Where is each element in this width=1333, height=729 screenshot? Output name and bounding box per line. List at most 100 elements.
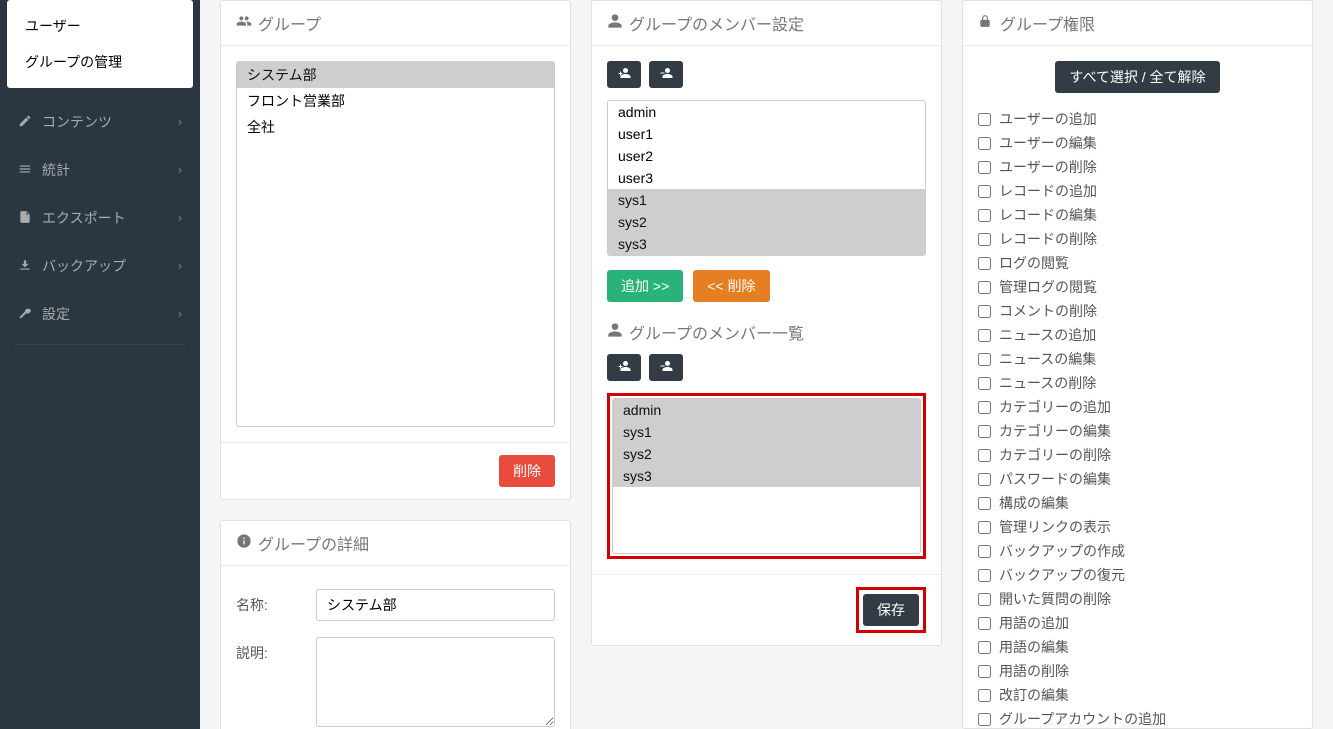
sidebar-link-group-manage[interactable]: グループの管理 (7, 44, 193, 80)
user-option[interactable]: sys1 (608, 189, 925, 211)
permission-label: ユーザーの編集 (999, 133, 1097, 153)
add-member-button[interactable]: 追加 >> (607, 270, 683, 302)
group-select[interactable]: システム部フロント営業部全社 (236, 61, 555, 427)
permission-item: グループアカウントの追加 (978, 707, 1297, 729)
permission-label: カテゴリーの追加 (999, 397, 1111, 417)
nav-item-wrench[interactable]: 設定 › (0, 290, 200, 338)
nav-label: コンテンツ (42, 112, 112, 132)
permission-checkbox[interactable] (978, 473, 991, 486)
user-option[interactable]: admin (608, 101, 925, 123)
group-panel: グループ システム部フロント営業部全社 削除 (220, 0, 571, 500)
permission-label: レコードの編集 (999, 205, 1097, 225)
permission-checkbox[interactable] (978, 185, 991, 198)
member-option[interactable]: admin (613, 399, 920, 421)
permission-checkbox[interactable] (978, 449, 991, 462)
chevron-right-icon: › (178, 307, 182, 321)
all-users-select[interactable]: adminuser1user2user3sys1sys2sys3 (607, 100, 926, 256)
member-option[interactable]: sys3 (613, 465, 920, 487)
wrench-icon (18, 306, 32, 323)
user-icon (607, 13, 621, 34)
group-detail-title: グループの詳細 (258, 531, 369, 555)
permission-label: 開いた質問の削除 (999, 589, 1111, 609)
permission-item: ニュースの削除 (978, 371, 1297, 395)
nav-item-file[interactable]: エクスポート› (0, 194, 200, 242)
permission-title: グループ権限 (1000, 11, 1095, 35)
permission-label: ニュースの削除 (999, 373, 1096, 393)
permission-item: ユーザーの追加 (978, 107, 1297, 131)
permission-checkbox[interactable] (978, 113, 991, 126)
add-user-icon-button[interactable] (607, 61, 641, 88)
name-input[interactable] (316, 589, 555, 621)
permission-checkbox[interactable] (978, 521, 991, 534)
permission-checkbox[interactable] (978, 593, 991, 606)
permission-checkbox[interactable] (978, 497, 991, 510)
remove-member-button[interactable]: << 削除 (693, 270, 769, 302)
permission-checkbox[interactable] (978, 353, 991, 366)
user-icon (607, 322, 621, 343)
permission-label: 管理リンクの表示 (999, 517, 1111, 537)
remove-user-icon-button-2[interactable] (649, 354, 683, 381)
permission-label: コメントの削除 (999, 301, 1097, 321)
desc-textarea[interactable] (316, 637, 555, 727)
group-option[interactable]: システム部 (237, 62, 554, 88)
desc-label: 説明: (236, 637, 316, 663)
permission-checkbox[interactable] (978, 689, 991, 702)
permission-label: ユーザーの追加 (999, 109, 1097, 129)
user-option[interactable]: sys3 (608, 233, 925, 255)
permission-checkbox[interactable] (978, 713, 991, 726)
download-icon (18, 258, 32, 275)
permission-checkbox[interactable] (978, 665, 991, 678)
user-option[interactable]: user3 (608, 167, 925, 189)
permission-checkbox[interactable] (978, 545, 991, 558)
save-button[interactable]: 保存 (863, 594, 919, 626)
permission-checkbox[interactable] (978, 233, 991, 246)
user-option[interactable]: sys2 (608, 211, 925, 233)
permission-item: 用語の追加 (978, 611, 1297, 635)
member-option[interactable]: sys1 (613, 421, 920, 443)
member-list-select[interactable]: adminsys1sys2sys3 (612, 398, 921, 554)
nav-item-bars[interactable]: 統計› (0, 146, 200, 194)
permission-checkbox[interactable] (978, 329, 991, 342)
permission-checkbox[interactable] (978, 257, 991, 270)
group-option[interactable]: 全社 (237, 114, 554, 140)
nav-item-edit[interactable]: コンテンツ› (0, 98, 200, 146)
permission-item: コメントの削除 (978, 299, 1297, 323)
permission-checkbox[interactable] (978, 161, 991, 174)
delete-group-button[interactable]: 削除 (499, 455, 555, 487)
group-option[interactable]: フロント営業部 (237, 88, 554, 114)
nav-label: 設定 (42, 304, 70, 324)
chevron-right-icon: › (178, 163, 182, 177)
permission-checkbox[interactable] (978, 137, 991, 150)
sidebar-link-user[interactable]: ユーザー (7, 8, 193, 44)
user-option[interactable]: user2 (608, 145, 925, 167)
permission-checkbox[interactable] (978, 305, 991, 318)
permission-checkbox[interactable] (978, 281, 991, 294)
member-panel: グループのメンバー設定 adminuser1user2user3sys1sys2… (591, 0, 942, 646)
permission-item: パスワードの編集 (978, 467, 1297, 491)
permission-checkbox[interactable] (978, 641, 991, 654)
remove-user-icon-button[interactable] (649, 61, 683, 88)
add-user-icon-button-2[interactable] (607, 354, 641, 381)
toggle-all-button[interactable]: すべて選択 / 全て解除 (1055, 61, 1219, 93)
member-option[interactable]: sys2 (613, 443, 920, 465)
permission-checkbox[interactable] (978, 569, 991, 582)
permission-item: レコードの削除 (978, 227, 1297, 251)
permission-item: 用語の編集 (978, 635, 1297, 659)
nav-item-download[interactable]: バックアップ› (0, 242, 200, 290)
permission-checkbox[interactable] (978, 377, 991, 390)
user-option[interactable]: user1 (608, 123, 925, 145)
permission-item: 開いた質問の削除 (978, 587, 1297, 611)
users-icon (236, 13, 250, 34)
permission-label: パスワードの編集 (999, 469, 1111, 489)
permission-checkbox[interactable] (978, 617, 991, 630)
permission-label: バックアップの作成 (999, 541, 1125, 561)
permission-checkbox[interactable] (978, 425, 991, 438)
permission-label: 用語の編集 (999, 637, 1069, 657)
permission-item: 用語の削除 (978, 659, 1297, 683)
permission-checkbox[interactable] (978, 401, 991, 414)
permission-item: カテゴリーの削除 (978, 443, 1297, 467)
permission-label: ユーザーの削除 (999, 157, 1097, 177)
permission-checkbox[interactable] (978, 209, 991, 222)
permission-panel: グループ権限 すべて選択 / 全て解除 ユーザーの追加ユーザーの編集ユーザーの削… (962, 0, 1313, 729)
permission-label: バックアップの復元 (999, 565, 1125, 585)
